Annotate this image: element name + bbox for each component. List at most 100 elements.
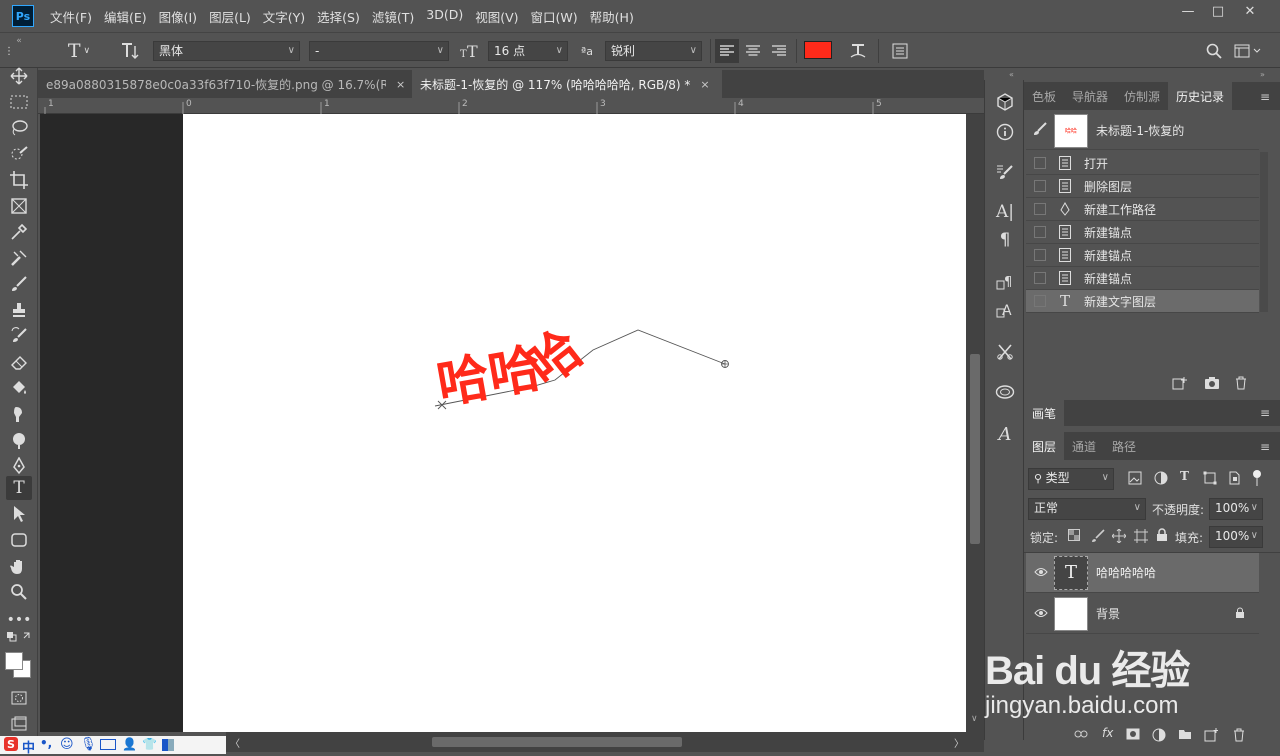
tab-paths[interactable]: 路径 xyxy=(1104,432,1144,460)
smudge-tool-icon[interactable] xyxy=(6,402,32,426)
vertical-scrollbar[interactable]: ∨ xyxy=(966,114,984,732)
default-colors-icon[interactable] xyxy=(6,630,32,646)
zoom-tool-icon[interactable] xyxy=(6,580,32,604)
menu-item-5[interactable]: 选择(S) xyxy=(311,7,366,26)
tab-channels[interactable]: 通道 xyxy=(1064,432,1104,460)
glyphs-icon[interactable]: A xyxy=(993,422,1017,446)
font-style-select[interactable]: - ∨ xyxy=(309,41,449,61)
filter-smart-object-icon[interactable] xyxy=(1227,471,1241,485)
layer-style-button[interactable]: fx xyxy=(1102,726,1113,740)
scroll-left-icon[interactable]: 〈 xyxy=(230,735,240,750)
history-item[interactable]: 打开 xyxy=(1026,152,1259,175)
blend-mode-select[interactable]: 正常 ∨ xyxy=(1028,498,1146,520)
tab-document-1[interactable]: e89a0880315878e0c0a33f63f710-恢复的.png @ 1… xyxy=(38,70,410,98)
screen-mode-icon[interactable] xyxy=(6,712,32,736)
panel-menu-icon[interactable]: ≡ xyxy=(1260,90,1270,104)
opacity-input[interactable]: 100% ∨ xyxy=(1209,498,1263,520)
history-brush-source-icon[interactable] xyxy=(1032,121,1050,140)
filter-pixel-icon[interactable] xyxy=(1128,471,1142,485)
history-scrollbar[interactable] xyxy=(1260,152,1268,312)
font-size-select[interactable]: 16 点 ∨ xyxy=(488,41,568,61)
toggle-text-orientation-icon[interactable] xyxy=(118,39,142,63)
close-tab-icon[interactable]: × xyxy=(700,78,709,91)
layer-filter-select[interactable]: ⚲ 类型 ∨ xyxy=(1028,468,1114,490)
fill-input[interactable]: 100% ∨ xyxy=(1209,526,1263,548)
menu-item-9[interactable]: 窗口(W) xyxy=(525,7,584,26)
history-item[interactable]: 新建锚点 xyxy=(1026,221,1259,244)
filter-type-icon[interactable]: T xyxy=(1180,469,1194,483)
history-item[interactable]: 新建工作路径 xyxy=(1026,198,1259,221)
lock-all-icon[interactable] xyxy=(1156,528,1170,542)
pen-tool-icon[interactable] xyxy=(6,454,32,478)
collapse-dock-icon[interactable]: » xyxy=(1260,70,1265,79)
new-group-icon[interactable] xyxy=(1178,728,1192,742)
lock-image-pixels-icon[interactable] xyxy=(1091,529,1105,543)
align-left-button[interactable] xyxy=(715,39,739,63)
sogou-ime-icon[interactable]: S xyxy=(4,737,18,751)
brush-tool-icon[interactable] xyxy=(6,272,32,296)
minimize-button[interactable]: — xyxy=(1172,0,1204,22)
history-snapshot-checkbox[interactable] xyxy=(1034,226,1046,238)
menu-item-10[interactable]: 帮助(H) xyxy=(584,7,640,26)
history-snapshot-checkbox[interactable] xyxy=(1034,295,1046,307)
character-styles-icon[interactable]: A xyxy=(993,298,1017,322)
libraries-icon[interactable] xyxy=(993,380,1017,404)
lock-transparent-pixels-icon[interactable] xyxy=(1068,529,1082,543)
foreground-color-swatch[interactable] xyxy=(5,652,23,670)
info-icon[interactable] xyxy=(993,120,1017,144)
edit-toolbar-icon[interactable]: ••• xyxy=(6,608,32,632)
menu-item-8[interactable]: 视图(V) xyxy=(469,7,524,26)
frame-tool-icon[interactable] xyxy=(6,194,32,218)
filter-shape-icon[interactable] xyxy=(1203,471,1217,485)
tab-history[interactable]: 历史记录 xyxy=(1168,82,1233,110)
paragraph-panel-icon[interactable]: ¶ xyxy=(993,228,1017,252)
menu-item-4[interactable]: 文字(Y) xyxy=(257,7,311,26)
history-snapshot[interactable]: 哈哈 未标题-1-恢复的 xyxy=(1026,112,1259,150)
skin-icon[interactable]: 👕 xyxy=(142,737,157,751)
anti-alias-select[interactable]: 锐利 ∨ xyxy=(605,41,702,61)
new-snapshot-icon[interactable] xyxy=(1204,376,1224,390)
toolbox-icon[interactable] xyxy=(162,739,174,751)
scroll-right-icon[interactable]: 〉 xyxy=(954,735,964,750)
add-mask-icon[interactable] xyxy=(1126,728,1140,742)
search-icon[interactable] xyxy=(1202,39,1226,63)
dodge-tool-icon[interactable] xyxy=(6,428,32,452)
panel-menu-icon[interactable]: ≡ xyxy=(1260,440,1270,454)
align-right-button[interactable] xyxy=(767,39,791,63)
history-snapshot-checkbox[interactable] xyxy=(1034,180,1046,192)
collapse-panels-icon[interactable]: « xyxy=(1009,70,1014,79)
history-item[interactable]: 新建锚点 xyxy=(1026,267,1259,290)
brush-settings-icon[interactable] xyxy=(993,160,1017,184)
link-layers-icon[interactable] xyxy=(1074,728,1088,742)
menu-item-2[interactable]: 图像(I) xyxy=(153,7,203,26)
text-color-swatch[interactable] xyxy=(804,41,832,59)
filter-adjustment-icon[interactable] xyxy=(1154,471,1168,485)
user-icon[interactable]: 👤 xyxy=(122,737,137,751)
keyboard-icon[interactable] xyxy=(100,739,116,750)
collapse-toolbar-icon[interactable]: « xyxy=(6,36,32,46)
history-item[interactable]: T 新建文字图层 xyxy=(1026,290,1259,313)
quick-selection-tool-icon[interactable] xyxy=(6,142,32,166)
menu-item-6[interactable]: 滤镜(T) xyxy=(366,7,420,26)
menu-item-0[interactable]: 文件(F) xyxy=(44,7,98,26)
history-snapshot-checkbox[interactable] xyxy=(1034,272,1046,284)
visibility-eye-icon[interactable] xyxy=(1034,607,1048,621)
delete-state-icon[interactable] xyxy=(1234,376,1254,390)
lock-position-icon[interactable] xyxy=(1111,528,1127,544)
history-item[interactable]: 删除图层 xyxy=(1026,175,1259,198)
menu-item-1[interactable]: 编辑(E) xyxy=(98,7,153,26)
horizontal-scrollbar[interactable]: 〈 〉 xyxy=(226,732,984,752)
healing-brush-tool-icon[interactable] xyxy=(6,246,32,270)
tab-navigator[interactable]: 导航器 xyxy=(1064,82,1116,110)
path-selection-tool-icon[interactable] xyxy=(6,502,32,526)
history-snapshot-checkbox[interactable] xyxy=(1034,157,1046,169)
text-tool-preset-picker[interactable]: T ∨ xyxy=(64,39,94,63)
hand-tool-icon[interactable] xyxy=(6,554,32,578)
microphone-icon[interactable]: 🎙 xyxy=(80,737,97,752)
tab-document-2[interactable]: 未标题-1-恢复的 @ 117% (哈哈哈哈哈, RGB/8) * × xyxy=(412,70,722,98)
lasso-tool-icon[interactable] xyxy=(6,116,32,140)
tab-brush[interactable]: 画笔 xyxy=(1024,400,1065,426)
lock-artboard-icon[interactable] xyxy=(1134,529,1148,543)
menu-item-7[interactable]: 3D(D) xyxy=(420,7,469,26)
close-tab-icon[interactable]: × xyxy=(396,78,405,91)
